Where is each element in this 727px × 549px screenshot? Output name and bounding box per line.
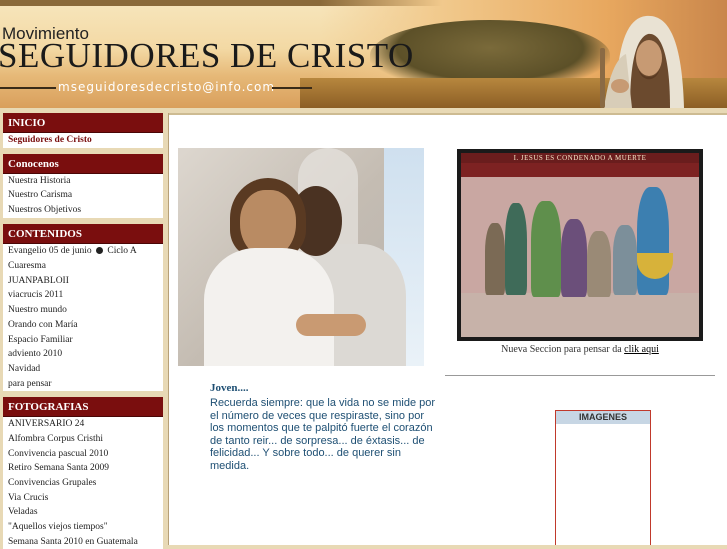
- section-heading-contenidos[interactable]: CONTENIDOS: [3, 223, 163, 244]
- email-divider-right: [272, 87, 312, 89]
- sidebar-item-navidad[interactable]: Navidad: [3, 362, 163, 377]
- sidebar-item-seguidores[interactable]: Seguidores de Cristo: [3, 133, 163, 148]
- section-conocenos: Conocenos Nuestra Historia Nuestro Caris…: [3, 153, 163, 218]
- sidebar-item-veladas[interactable]: Veladas: [3, 505, 163, 520]
- sidebar-item-familiar[interactable]: Espacio Familiar: [3, 333, 163, 348]
- comic-panel: I. JESUS ES CONDENADO A MUERTE: [461, 153, 699, 337]
- comic-strip: [461, 163, 699, 177]
- section-heading-inicio[interactable]: INICIO: [3, 113, 163, 133]
- bullet-icon: [96, 247, 104, 255]
- embrace-image: [178, 148, 424, 366]
- sidebar-item-carisma[interactable]: Nuestro Carisma: [3, 188, 163, 203]
- clik-aqui-link[interactable]: clik aqui: [624, 344, 659, 355]
- comic-figure: [505, 203, 527, 295]
- sidebar-item-aniversario[interactable]: ANIVERSARIO 24: [3, 417, 163, 432]
- embrace-robe-left: [204, 248, 334, 366]
- comic-banner: I. JESUS ES CONDENADO A MUERTE: [461, 153, 699, 163]
- ciclo-label: Ciclo A: [107, 245, 137, 256]
- comic-figure: [613, 225, 637, 295]
- sidebar-item-semana-santa[interactable]: Semana Santa 2010 en Guatemala: [3, 535, 163, 549]
- sidebar-item-evangelio[interactable]: Evangelio 05 de junio Ciclo A Cuaresma: [3, 244, 163, 274]
- section-heading-conocenos[interactable]: Conocenos: [3, 153, 163, 174]
- content-divider: [445, 375, 715, 376]
- quote-title: Joven....: [210, 382, 249, 394]
- sidebar-item-objetivos[interactable]: Nuestros Objetivos: [3, 203, 163, 218]
- sidebar-item-adviento[interactable]: adviento 2010: [3, 347, 163, 362]
- sidebar-item-alfombra[interactable]: Alfombra Corpus Cristhi: [3, 432, 163, 447]
- sidebar-item-orando[interactable]: Orando con María: [3, 318, 163, 333]
- comic-figure: [561, 219, 587, 297]
- sidebar-item-mundo[interactable]: Nuestro mundo: [3, 303, 163, 318]
- section-heading-fotografias[interactable]: FOTOGRAFIAS: [3, 397, 163, 418]
- cuaresma-label: Cuaresma: [8, 260, 46, 271]
- comic-ground: [461, 293, 699, 337]
- section-fotografias: FOTOGRAFIAS ANIVERSARIO 24 Alfombra Corp…: [3, 397, 163, 549]
- embrace-arm: [296, 314, 366, 336]
- images-box: IMAGENES: [555, 410, 651, 545]
- sidebar-item-viacrucis[interactable]: viacrucis 2011: [3, 288, 163, 303]
- sidebar-item-convivencia-pascual[interactable]: Convivencia pascual 2010: [3, 447, 163, 462]
- section-contenidos: CONTENIDOS Evangelio 05 de junio Ciclo A…: [3, 223, 163, 392]
- site-header: Movimiento SEGUIDORES DE CRISTO mseguido…: [0, 0, 727, 108]
- main-top-border: [169, 113, 727, 115]
- comic-figure: [587, 231, 611, 297]
- email-divider-left: [0, 87, 56, 89]
- sidebar-item-pensar[interactable]: para pensar: [3, 377, 163, 392]
- comic-figure: [531, 201, 561, 297]
- quote-text: Recuerda siempre: que la vida no se mide…: [210, 397, 436, 472]
- sidebar-item-juanpablo[interactable]: JUANPABLOII: [3, 274, 163, 289]
- comic-image[interactable]: I. JESUS ES CONDENADO A MUERTE: [457, 149, 703, 341]
- header-email[interactable]: mseguidoresdecristo@info.com: [58, 80, 275, 94]
- comic-caption-text: Nueva Seccion para pensar da: [501, 344, 622, 355]
- comic-figure: [485, 223, 505, 295]
- sidebar-item-historia[interactable]: Nuestra Historia: [3, 174, 163, 189]
- sidebar-item-convivencias[interactable]: Convivencias Grupales: [3, 476, 163, 491]
- site-title: SEGUIDORES DE CRISTO: [0, 36, 414, 75]
- comic-caption: Nueva Seccion para pensar da clik aqui: [457, 344, 703, 355]
- jesus-portrait-image: [600, 15, 684, 108]
- images-label: IMAGENES: [556, 411, 650, 424]
- sidebar-item-via-crucis[interactable]: Via Crucis: [3, 491, 163, 506]
- main-content: I. JESUS ES CONDENADO A MUERTE Nueva Sec…: [168, 113, 727, 545]
- sidebar-item-viejos-tiempos[interactable]: "Aquellos viejos tiempos": [3, 520, 163, 535]
- evangelio-label: Evangelio 05 de junio: [8, 245, 92, 256]
- sidebar-nav: INICIO Seguidores de Cristo Conocenos Nu…: [3, 113, 163, 549]
- sidebar-item-retiro[interactable]: Retiro Semana Santa 2009: [3, 461, 163, 476]
- section-inicio: INICIO Seguidores de Cristo: [3, 113, 163, 148]
